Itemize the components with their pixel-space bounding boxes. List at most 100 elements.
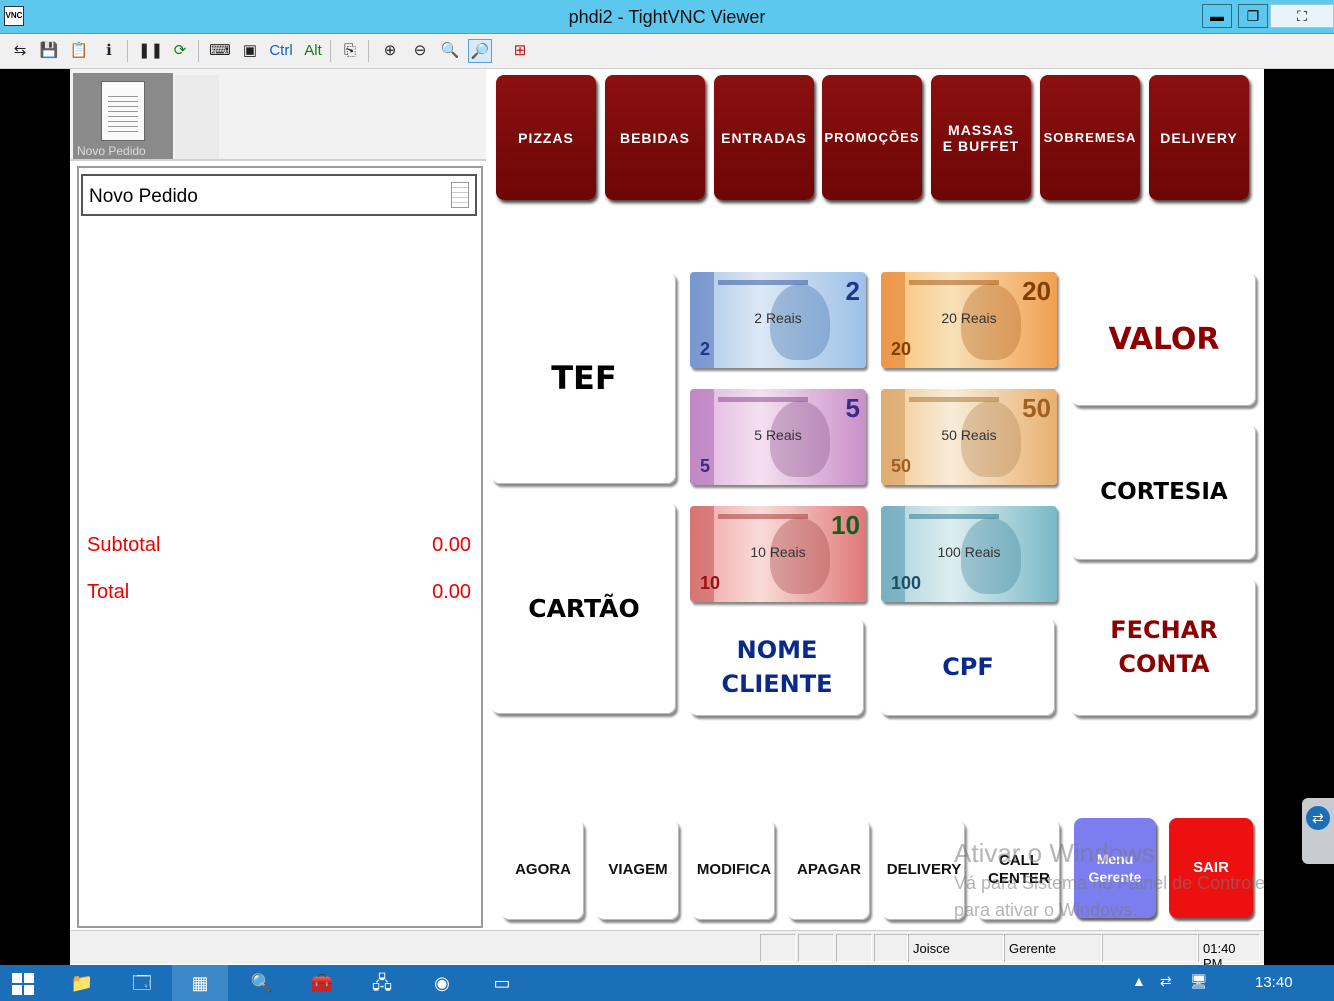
tightvnc-task-icon[interactable]: ▦ (172, 965, 228, 1001)
note-2-reais-button[interactable]: 2 2 2 Reais (690, 272, 866, 368)
note-20-reais-button[interactable]: 20 20 20 Reais (881, 272, 1057, 368)
teamviewer-tab[interactable]: ⇄ (1302, 798, 1334, 864)
document-icon (101, 81, 145, 141)
viagem-button[interactable]: VIAGEM (597, 820, 679, 920)
note-value-small: 2 (700, 339, 711, 359)
status-role: Gerente (1004, 934, 1102, 962)
clipboard-icon[interactable]: ⎘ (338, 39, 362, 63)
nome-cliente-button[interactable]: NOME CLIENTE (690, 618, 864, 716)
toolbar-separator (198, 40, 199, 62)
thumbnail-placeholder (175, 75, 219, 159)
category-sobremesa-button[interactable]: SOBREMESA (1040, 75, 1140, 200)
window-titlebar: VNC phdi2 - TightVNC Viewer ▬ ❐ ⛶ (0, 0, 1334, 34)
vnc-toolbar: ⇆ 💾 📋 ℹ ❚❚ ⟳ ⌨ ▣ Ctrl Alt ⎘ ⊕ ⊖ 🔍 🔎 ⊞ (0, 34, 1334, 69)
terminal-icon[interactable]: ▭ (474, 965, 530, 1001)
order-title: Novo Pedido (89, 186, 198, 207)
cortesia-button[interactable]: CORTESIA (1072, 424, 1256, 560)
network-app-icon[interactable]: 🖧 (354, 965, 410, 1001)
windows-start-icon[interactable] (12, 973, 34, 995)
ctrl-key-button[interactable]: Ctrl (266, 39, 296, 63)
minimize-button[interactable]: ▬ (1202, 4, 1232, 28)
toolbar-separator (368, 40, 369, 62)
call-center-button[interactable]: CALL CENTER (978, 820, 1060, 920)
taskbar-clock[interactable]: 13:40 (1255, 974, 1293, 991)
document-icon (451, 182, 469, 208)
order-header[interactable]: Novo Pedido (81, 174, 477, 216)
zoom-out-icon[interactable]: ⊖ (408, 39, 432, 63)
zoom-fit-icon[interactable]: 🔎 (468, 39, 492, 63)
category-entradas-button[interactable]: ENTRADAS (714, 75, 814, 200)
search-app-icon[interactable]: 🔍 (234, 965, 290, 1001)
tray-expand-icon[interactable]: ▲ (1132, 973, 1146, 989)
teamviewer-icon: ⇄ (1306, 806, 1330, 830)
category-bebidas-button[interactable]: BEBIDAS (605, 75, 705, 200)
order-panel: Novo Pedido Subtotal 0.00 Total 0.00 (77, 166, 483, 928)
window-app-icon[interactable]: 🗔 (114, 965, 170, 1001)
info-icon[interactable]: ℹ (97, 39, 121, 63)
category-promocoes-button[interactable]: PROMOÇÕES (822, 75, 922, 200)
note-value-large: 50 (1022, 393, 1051, 423)
status-cell (798, 934, 834, 962)
zoom-in-icon[interactable]: ⊕ (378, 39, 402, 63)
pause-icon[interactable]: ❚❚ (138, 39, 163, 63)
tef-button[interactable]: TEF (492, 272, 676, 484)
save-icon[interactable]: 💾 (37, 39, 61, 63)
cartao-button[interactable]: CARTÃO (492, 502, 676, 714)
category-delivery-button[interactable]: DELIVERY (1149, 75, 1249, 200)
delivery-bottom-button[interactable]: DELIVERY (883, 820, 965, 920)
file-explorer-icon[interactable]: 📁 (54, 965, 110, 1001)
modifica-button[interactable]: MODIFICA (693, 820, 775, 920)
note-value-large: 5 (845, 393, 860, 423)
note-10-reais-button[interactable]: 10 10 10 Reais (690, 506, 866, 602)
fullscreen-icon[interactable]: ⊞ (508, 39, 532, 63)
note-value-small: 5 (700, 456, 711, 476)
zoom-100-icon[interactable]: 🔍 (438, 39, 462, 63)
sair-button[interactable]: SAIR (1169, 818, 1253, 918)
note-value-small: 20 (891, 339, 912, 359)
note-label: 100 Reais (937, 544, 1001, 560)
category-massas-buffet-button[interactable]: MASSAS E BUFFET (931, 75, 1031, 200)
note-label: 50 Reais (941, 427, 997, 443)
total-row: Total 0.00 (87, 581, 471, 604)
note-value-large: 10 (831, 510, 860, 540)
note-value-small: 50 (891, 456, 912, 476)
window-title: phdi2 - TightVNC Viewer (568, 7, 766, 27)
note-5-reais-button[interactable]: 5 5 5 Reais (690, 389, 866, 485)
cpf-button[interactable]: CPF (881, 618, 1055, 716)
status-cell (836, 934, 872, 962)
note-value-small: 100 (891, 573, 922, 593)
toolbox-icon[interactable]: 🧰 (294, 965, 350, 1001)
note-50-reais-button[interactable]: 50 50 50 Reais (881, 389, 1057, 485)
note-value-small: 10 (700, 573, 721, 593)
category-pizzas-button[interactable]: PIZZAS (496, 75, 596, 200)
status-cell (874, 934, 908, 962)
options-icon[interactable]: 📋 (67, 39, 91, 63)
agora-button[interactable]: AGORA (502, 820, 584, 920)
refresh-icon[interactable]: ⟳ (168, 39, 192, 63)
thumbnail-caption: Novo Pedido (77, 144, 146, 158)
apagar-button[interactable]: APAGAR (788, 820, 870, 920)
fechar-conta-button[interactable]: FECHAR CONTA (1072, 578, 1256, 716)
new-connection-icon[interactable]: ⇆ (8, 39, 32, 63)
win-key-icon[interactable]: ▣ (238, 39, 262, 63)
ctrl-alt-del-icon[interactable]: ⌨ (208, 39, 232, 63)
network-tray-icon[interactable]: 🖥 (1190, 973, 1208, 990)
toolbar-separator (127, 40, 128, 62)
fullscreen-toggle-button[interactable]: ⛶ (1270, 4, 1334, 28)
subtotal-value: 0.00 (432, 534, 471, 556)
note-100-reais-button[interactable]: 100 100 100 Reais (881, 506, 1057, 602)
restore-button[interactable]: ❐ (1238, 4, 1268, 28)
pos-status-bar: Joisce Gerente 01:40 PM (70, 930, 1264, 971)
alt-key-button[interactable]: Alt (298, 39, 328, 63)
windows-taskbar: 📁 🗔 ▦ 🔍 🧰 🖧 ◉ ▭ ▲ ⇄ 🖥 13:40 (0, 965, 1334, 1001)
chrome-icon[interactable]: ◉ (414, 965, 470, 1001)
order-thumbnail[interactable]: Novo Pedido (73, 73, 173, 159)
note-label: 20 Reais (941, 310, 997, 326)
valor-button[interactable]: VALOR (1072, 272, 1256, 406)
note-value-large: 20 (1022, 276, 1051, 306)
status-time: 01:40 PM (1198, 934, 1260, 971)
menu-gerente-button[interactable]: Menu Gerente (1074, 818, 1156, 918)
total-label: Total (87, 581, 130, 603)
teamviewer-tray-icon[interactable]: ⇄ (1160, 973, 1172, 990)
status-cell (760, 934, 796, 962)
